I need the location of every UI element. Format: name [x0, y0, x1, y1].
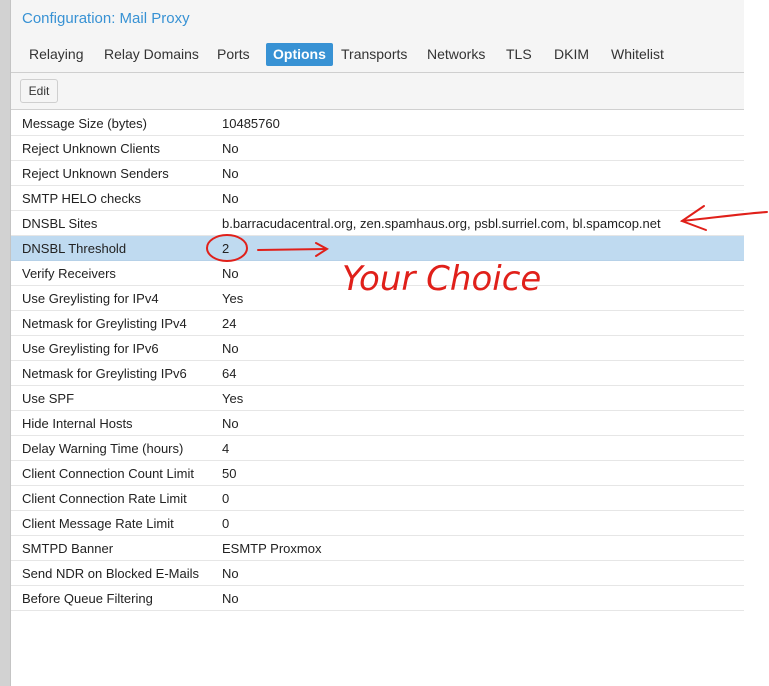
option-row[interactable]: Use Greylisting for IPv4 Yes [11, 286, 744, 311]
option-row[interactable]: Use SPF Yes [11, 386, 744, 411]
option-row[interactable]: Reject Unknown Clients No [11, 136, 744, 161]
tab-whitelist[interactable]: Whitelist [604, 43, 671, 66]
option-name: Hide Internal Hosts [22, 416, 133, 431]
option-row[interactable]: Client Connection Count Limit 50 [11, 461, 744, 486]
options-grid: Message Size (bytes) 10485760 Reject Unkno… [11, 111, 744, 611]
option-value: 2 [222, 241, 230, 256]
option-value: No [222, 566, 239, 581]
option-row[interactable]: Delay Warning Time (hours) 4 [11, 436, 744, 461]
option-row[interactable]: Client Message Rate Limit 0 [11, 511, 744, 536]
tab-ports[interactable]: Ports [210, 43, 257, 66]
tab-transports[interactable]: Transports [334, 43, 414, 66]
tab-networks[interactable]: Networks [420, 43, 492, 66]
option-row[interactable]: Message Size (bytes) 10485760 [11, 111, 744, 136]
option-row[interactable]: SMTPD Banner ESMTP Proxmox [11, 536, 744, 561]
option-value: Yes [222, 391, 244, 406]
tab-tls[interactable]: TLS [499, 43, 539, 66]
option-row[interactable]: Netmask for Greylisting IPv6 64 [11, 361, 744, 386]
option-name: Delay Warning Time (hours) [22, 441, 184, 456]
option-value: No [222, 141, 239, 156]
option-value: 0 [222, 491, 230, 506]
option-row[interactable]: DNSBL Sites b.barracudacentral.org, zen.s… [11, 211, 744, 236]
option-value: 50 [222, 466, 237, 481]
option-name: DNSBL Sites [22, 216, 98, 231]
option-row[interactable]: Client Connection Rate Limit 0 [11, 486, 744, 511]
option-row[interactable]: Verify Receivers No [11, 261, 744, 286]
option-value: 24 [222, 316, 237, 331]
option-row[interactable]: Netmask for Greylisting IPv4 24 [11, 311, 744, 336]
option-name: Use Greylisting for IPv6 [22, 341, 159, 356]
option-row[interactable]: SMTP HELO checks No [11, 186, 744, 211]
option-value: 64 [222, 366, 237, 381]
option-value: No [222, 416, 239, 431]
option-name: SMTP HELO checks [22, 191, 141, 206]
option-name: Client Connection Rate Limit [22, 491, 187, 506]
option-value: No [222, 341, 239, 356]
option-row[interactable]: Hide Internal Hosts No [11, 411, 744, 436]
option-value: No [222, 166, 239, 181]
option-value: No [222, 591, 239, 606]
option-name: Use Greylisting for IPv4 [22, 291, 159, 306]
left-sidebar-edge [0, 0, 11, 686]
option-value: b.barracudacentral.org, zen.spamhaus.org… [222, 216, 661, 231]
option-name: Reject Unknown Clients [22, 141, 161, 156]
option-name: Client Connection Count Limit [22, 466, 194, 481]
tab-bar: Relaying Relay Domains Ports Options Tra… [11, 37, 744, 73]
option-name: Verify Receivers [22, 266, 116, 281]
toolbar: Edit [11, 73, 744, 110]
option-name: Use SPF [22, 391, 75, 406]
option-value: No [222, 266, 239, 281]
option-row[interactable]: Before Queue Filtering No [11, 586, 744, 611]
edit-button[interactable]: Edit [20, 79, 58, 103]
option-row[interactable]: DNSBL Threshold 2 [11, 236, 744, 261]
option-name: DNSBL Threshold [22, 241, 127, 256]
option-name: Client Message Rate Limit [22, 516, 174, 531]
option-value: 0 [222, 516, 230, 531]
option-name: Message Size (bytes) [22, 116, 147, 131]
tab-options[interactable]: Options [266, 43, 333, 66]
tab-relay-domains[interactable]: Relay Domains [97, 43, 206, 66]
option-value: No [222, 191, 239, 206]
panel-header: Configuration: Mail Proxy [11, 0, 744, 37]
option-value: 4 [222, 441, 230, 456]
option-row[interactable]: Send NDR on Blocked E-Mails No [11, 561, 744, 586]
option-value: 10485760 [222, 116, 280, 131]
panel-title: Configuration: Mail Proxy [22, 10, 190, 27]
option-row[interactable]: Reject Unknown Senders No [11, 161, 744, 186]
option-name: Netmask for Greylisting IPv6 [22, 366, 187, 381]
config-panel: Configuration: Mail Proxy Relaying Relay… [11, 0, 744, 686]
tab-dkim[interactable]: DKIM [547, 43, 596, 66]
option-name: Reject Unknown Senders [22, 166, 169, 181]
option-name: Netmask for Greylisting IPv4 [22, 316, 187, 331]
tab-relaying[interactable]: Relaying [22, 43, 90, 66]
option-name: Before Queue Filtering [22, 591, 153, 606]
option-value: ESMTP Proxmox [222, 541, 322, 556]
option-row[interactable]: Use Greylisting for IPv6 No [11, 336, 744, 361]
option-name: Send NDR on Blocked E-Mails [22, 566, 200, 581]
option-name: SMTPD Banner [22, 541, 114, 556]
option-value: Yes [222, 291, 244, 306]
